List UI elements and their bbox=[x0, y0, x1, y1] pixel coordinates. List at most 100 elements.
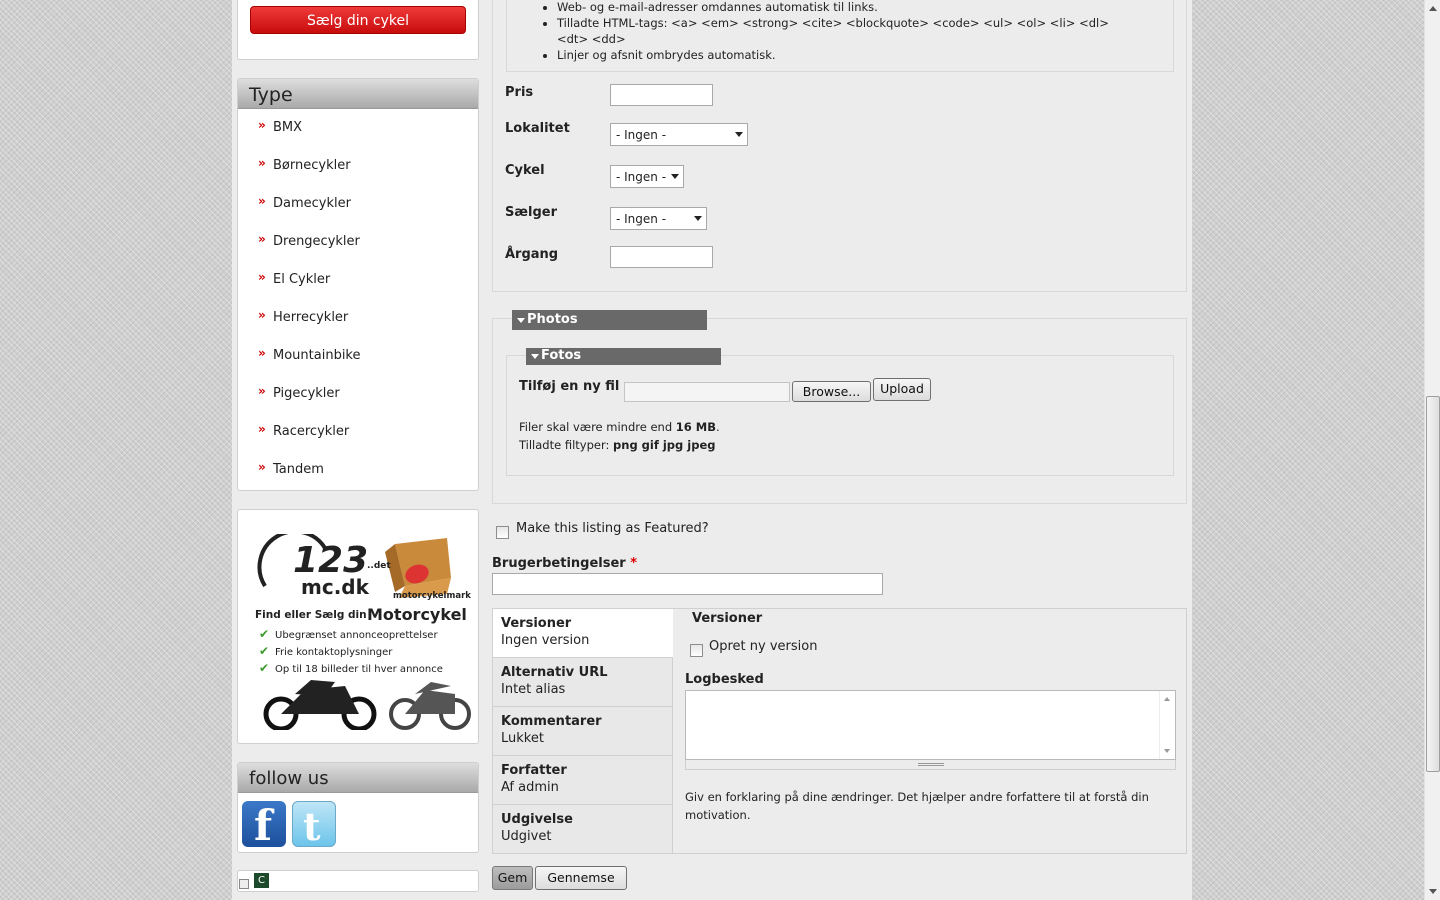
collapse-triangle-icon bbox=[517, 318, 525, 323]
preview-button[interactable]: Gennemse bbox=[535, 866, 627, 890]
type-item[interactable]: » Damecykler bbox=[258, 194, 478, 233]
aargang-input[interactable] bbox=[610, 246, 713, 268]
tip-item: Linjer og afsnit ombrydes automatisk. bbox=[557, 47, 1173, 63]
textarea-scrollbar[interactable] bbox=[1159, 691, 1175, 759]
vtab-versioner[interactable]: Versioner Ingen version bbox=[493, 609, 673, 658]
double-chevron-icon: » bbox=[258, 460, 266, 474]
featured-label: Make this listing as Featured? bbox=[516, 521, 709, 536]
versions-panel: Versioner Opret ny version Logbesked Giv… bbox=[674, 609, 1186, 853]
ad-graphic: 123 mc.dk ..det motorcykelmarked Find el… bbox=[255, 529, 483, 732]
vtab-list: Versioner Ingen version Alternativ URL Int… bbox=[493, 609, 673, 853]
vtab-alternativ-url[interactable]: Alternativ URL Intet alias bbox=[493, 658, 672, 707]
tip-item: Web- og e-mail-adresser omdannes automat… bbox=[557, 0, 1173, 15]
double-chevron-icon: » bbox=[258, 232, 266, 246]
follow-heading: follow us bbox=[238, 763, 478, 793]
ad-banner[interactable]: 123 mc.dk ..det motorcykelmarked Find el… bbox=[255, 529, 483, 732]
scroll-up-icon[interactable] bbox=[1429, 6, 1437, 11]
resize-grip[interactable] bbox=[685, 760, 1176, 770]
ad-headline-small: Find eller Sælg din bbox=[255, 609, 367, 621]
log-textarea[interactable] bbox=[685, 690, 1176, 760]
double-chevron-icon: » bbox=[258, 346, 266, 360]
double-chevron-icon: » bbox=[258, 270, 266, 284]
type-heading: Type bbox=[238, 79, 478, 109]
page: Sælg din cykel Type » BMX » Børnecykler » D… bbox=[232, 0, 1192, 900]
photos-legend[interactable]: Photos bbox=[512, 310, 707, 330]
type-item[interactable]: » El Cykler bbox=[258, 270, 478, 309]
double-chevron-icon: » bbox=[258, 156, 266, 170]
type-item[interactable]: » Racercykler bbox=[258, 422, 478, 461]
vtab-udgivelse[interactable]: Udgivelse Udgivet bbox=[493, 805, 672, 854]
page-scrollbar[interactable] bbox=[1424, 0, 1440, 900]
facebook-icon[interactable]: f bbox=[242, 801, 286, 850]
ad-bullet: Frie kontaktoplysninger bbox=[275, 647, 393, 658]
scroll-down-icon[interactable] bbox=[1164, 749, 1170, 753]
featured-checkbox[interactable] bbox=[496, 526, 509, 539]
stat-block: C bbox=[237, 870, 479, 892]
collapse-triangle-icon bbox=[531, 354, 539, 359]
fotos-legend[interactable]: Fotos bbox=[526, 348, 721, 365]
type-item[interactable]: » Mountainbike bbox=[258, 346, 478, 385]
double-chevron-icon: » bbox=[258, 384, 266, 398]
vertical-tabs: Versioner Ingen version Alternativ URL Int… bbox=[492, 608, 1187, 854]
details-fieldset: Web- og e-mail-adresser omdannes automat… bbox=[492, 0, 1187, 292]
ad-headline-big: Motorcykel bbox=[367, 605, 467, 624]
browse-button[interactable]: Browse... bbox=[792, 381, 871, 402]
fotos-fieldset: Fotos Tilføj en ny fil Browse... Upload … bbox=[506, 348, 1174, 476]
type-item[interactable]: » Herrecykler bbox=[258, 308, 478, 347]
twitter-icon[interactable]: t bbox=[292, 801, 336, 849]
lokalitet-select[interactable]: - Ingen - bbox=[610, 123, 748, 146]
double-chevron-icon: » bbox=[258, 118, 266, 132]
c-badge-icon[interactable]: C bbox=[254, 873, 269, 888]
double-chevron-icon: » bbox=[258, 308, 266, 322]
pris-input[interactable] bbox=[610, 84, 713, 106]
new-version-label: Opret ny version bbox=[709, 639, 818, 654]
ad-bullet: Op til 18 billeder til hver annonce bbox=[275, 664, 443, 675]
upload-button[interactable]: Upload bbox=[873, 378, 931, 401]
lokalitet-label: Lokalitet bbox=[505, 121, 570, 136]
sell-block: Sælg din cykel bbox=[237, 0, 479, 60]
type-item[interactable]: » Pigecykler bbox=[258, 384, 478, 423]
scroll-down-icon[interactable] bbox=[1429, 889, 1437, 894]
save-button[interactable]: Gem bbox=[492, 866, 533, 890]
double-chevron-icon: » bbox=[258, 194, 266, 208]
chevron-down-icon bbox=[735, 132, 743, 137]
tip-item: Tilladte HTML-tags: <a> <em> <strong> <c… bbox=[557, 15, 1173, 47]
grip-icon bbox=[918, 763, 944, 766]
add-file-label: Tilføj en ny fil bbox=[519, 379, 620, 394]
file-path-input[interactable] bbox=[624, 382, 790, 402]
type-item[interactable]: » BMX bbox=[258, 118, 478, 157]
saelger-select[interactable]: - Ingen - bbox=[610, 207, 707, 230]
log-help: Giv en forklaring på dine ændringer. Det… bbox=[685, 790, 1149, 822]
chevron-down-icon bbox=[694, 216, 702, 221]
vtab-forfatter[interactable]: Forfatter Af admin bbox=[493, 756, 672, 805]
stat-counter-icon[interactable] bbox=[239, 879, 249, 889]
vtab-kommentarer[interactable]: Kommentarer Lukket bbox=[493, 707, 672, 756]
tips-list: Web- og e-mail-adresser omdannes automat… bbox=[507, 0, 1173, 63]
new-version-checkbox[interactable] bbox=[690, 644, 703, 657]
panel-heading: Versioner bbox=[692, 611, 763, 626]
photos-fieldset: Photos Fotos Tilføj en ny fil Browse... … bbox=[492, 310, 1187, 504]
type-block: Type » BMX » Børnecykler » Damecykler » Dren… bbox=[237, 78, 479, 491]
check-icon: ✔ bbox=[259, 644, 269, 658]
sell-bike-button[interactable]: Sælg din cykel bbox=[250, 6, 466, 34]
scrollbar-thumb[interactable] bbox=[1426, 396, 1440, 772]
ad-market-text: motorcykelmarked bbox=[393, 591, 471, 601]
cykel-label: Cykel bbox=[505, 163, 545, 178]
ad-block: 123 mc.dk ..det motorcykelmarked Find el… bbox=[237, 509, 483, 744]
scroll-up-icon[interactable] bbox=[1164, 697, 1170, 701]
chevron-down-icon bbox=[671, 174, 679, 179]
terms-label: Brugerbetingelser * bbox=[492, 556, 638, 571]
terms-input[interactable] bbox=[492, 573, 883, 595]
type-list: » BMX » Børnecykler » Damecykler » Drengecyk… bbox=[238, 109, 478, 499]
pris-label: Pris bbox=[505, 85, 534, 100]
size-note: Filer skal være mindre end 16 MB. bbox=[519, 420, 720, 434]
required-marker: * bbox=[630, 556, 638, 571]
log-label: Logbesked bbox=[685, 672, 764, 687]
check-icon: ✔ bbox=[259, 661, 269, 675]
format-tips: Web- og e-mail-adresser omdannes automat… bbox=[506, 0, 1174, 72]
cykel-select[interactable]: - Ingen - bbox=[610, 165, 684, 188]
ad-box-text: ..det bbox=[367, 561, 391, 571]
type-item[interactable]: » Drengecykler bbox=[258, 232, 478, 271]
type-item[interactable]: » Tandem bbox=[258, 460, 478, 499]
type-item[interactable]: » Børnecykler bbox=[258, 156, 478, 195]
